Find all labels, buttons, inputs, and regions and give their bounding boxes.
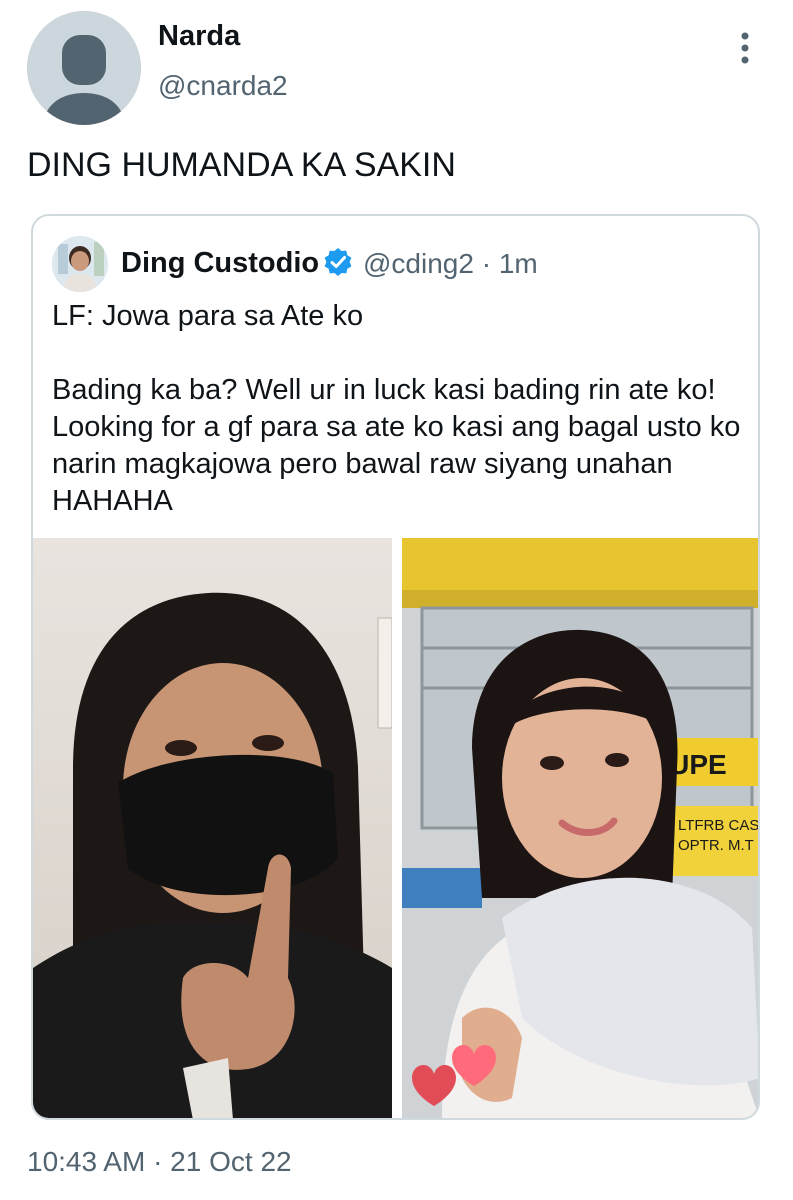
default-profile-icon	[27, 11, 141, 125]
more-vertical-icon[interactable]	[733, 30, 757, 66]
quoted-meta: @cding2 · 1m	[363, 248, 538, 280]
quoted-tweet-text: LF: Jowa para sa Ate ko Bading ka ba? We…	[52, 298, 752, 520]
sign-bottom-text-1: LTFRB CAS	[678, 817, 759, 834]
tweet-timestamp[interactable]: 10:43 AM · 21 Oct 22	[27, 1146, 292, 1178]
quoted-tweet-card[interactable]: Ding Custodio @cding2 · 1m LF: Jowa para…	[31, 214, 760, 1120]
quoted-author-handle[interactable]: @cding2	[363, 248, 474, 279]
verified-badge-icon	[323, 247, 353, 277]
author-name[interactable]: Narda	[158, 20, 240, 53]
quoted-time[interactable]: 1m	[499, 248, 538, 279]
quoted-paragraph: LF: Jowa para sa Ate ko	[52, 300, 364, 332]
quoted-author-avatar[interactable]	[52, 236, 108, 292]
meta-separator: ·	[481, 248, 492, 279]
quoted-author-name[interactable]: Ding Custodio	[121, 247, 319, 280]
author-avatar[interactable]	[27, 11, 141, 125]
quoted-photo-2[interactable]: LUPE LTFRB CAS OPTR. M.T	[402, 538, 759, 1118]
sign-bottom-text-2: OPTR. M.T	[678, 837, 754, 854]
author-handle[interactable]: @cnarda2	[158, 70, 288, 102]
quoted-photo-1[interactable]	[33, 538, 392, 1118]
quoted-paragraph: Bading ka ba? Well ur in luck kasi badin…	[52, 374, 741, 517]
tweet-text: DING HUMANDA KA SAKIN	[27, 146, 456, 184]
